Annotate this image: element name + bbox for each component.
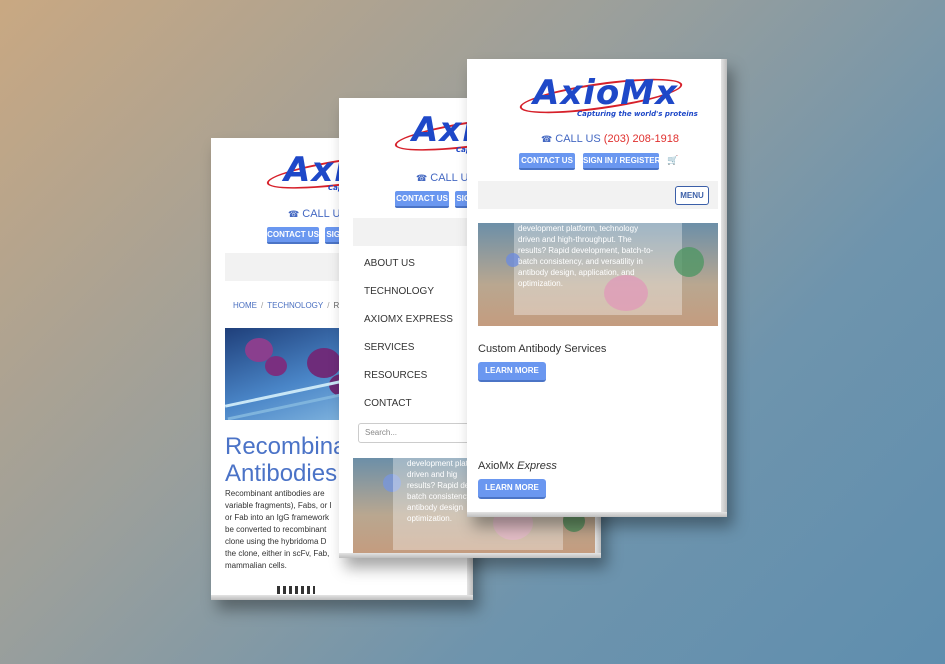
breadcrumb-home[interactable]: HOME	[233, 301, 257, 310]
thumbnail-strip	[277, 586, 315, 594]
breadcrumb: HOME/TECHNOLOGY/RE	[233, 301, 345, 310]
phone-icon: ☎	[416, 173, 428, 183]
nav-resources[interactable]: RESOURCES	[364, 362, 453, 390]
call-label: CALL US	[555, 133, 601, 145]
nav-about-us[interactable]: ABOUT US	[364, 250, 453, 278]
hero-line: batch consistency, and versatility in	[518, 257, 643, 266]
contact-us-button[interactable]: CONTACT US	[395, 191, 449, 208]
contact-us-button[interactable]: CONTACT US	[267, 227, 319, 244]
phone-icon: ☎	[541, 134, 553, 144]
contact-us-button[interactable]: CONTACT US	[519, 153, 575, 170]
cart-icon[interactable]: 🛒	[667, 155, 678, 166]
nav-contact[interactable]: CONTACT	[364, 390, 453, 418]
phone-screen-right: AxioMx Capturing the world's proteins ☎ …	[467, 59, 727, 517]
call-us[interactable]: ☎ CALL US (203) 208-1918	[541, 133, 679, 145]
hero-line: antibody design, application, and	[518, 268, 635, 277]
logo[interactable]: AxioMx Capturing the world's proteins	[517, 71, 717, 121]
hero-line: results? Rapid development, batch-to-	[518, 246, 654, 255]
hero-line: driven and high-throughput. The	[518, 235, 632, 244]
section-title-main: AxioMx	[478, 460, 515, 472]
logo-tagline: Capturing the world's proteins	[577, 110, 698, 118]
protein-shape	[674, 247, 704, 277]
menu-button[interactable]: MENU	[675, 186, 709, 205]
breadcrumb-technology[interactable]: TECHNOLOGY	[267, 301, 323, 310]
hero-line: development platform, technology	[518, 224, 639, 233]
sign-in-button[interactable]: SIGN IN / REGISTER	[583, 153, 659, 170]
nav-services[interactable]: SERVICES	[364, 334, 453, 362]
phone-number[interactable]: (203) 208-1918	[604, 133, 679, 145]
hero-image: development platform, technology driven …	[478, 223, 718, 326]
antibody-shape	[307, 348, 341, 378]
section-title-em: Express	[517, 460, 557, 472]
nav-technology[interactable]: TECHNOLOGY	[364, 278, 453, 306]
section-title-custom-antibody: Custom Antibody Services	[478, 343, 607, 355]
antibody-shape	[265, 356, 287, 376]
learn-more-button[interactable]: LEARN MORE	[478, 362, 546, 382]
hero-line: optimization.	[518, 279, 563, 288]
phone-icon: ☎	[288, 209, 300, 219]
learn-more-button[interactable]: LEARN MORE	[478, 479, 546, 499]
search-placeholder: Search...	[365, 428, 398, 437]
nav-menu: ABOUT US TECHNOLOGY AXIOMX EXPRESS SERVI…	[364, 250, 453, 418]
hero-text: development platform, technology driven …	[518, 223, 678, 289]
nav-axiomx-express[interactable]: AXIOMX EXPRESS	[364, 306, 453, 334]
logo-wordmark: AxioMx	[533, 73, 679, 113]
section-title-axiomx-express: AxioMx Express	[478, 460, 557, 472]
body-line: mammalian cells.	[225, 561, 287, 570]
